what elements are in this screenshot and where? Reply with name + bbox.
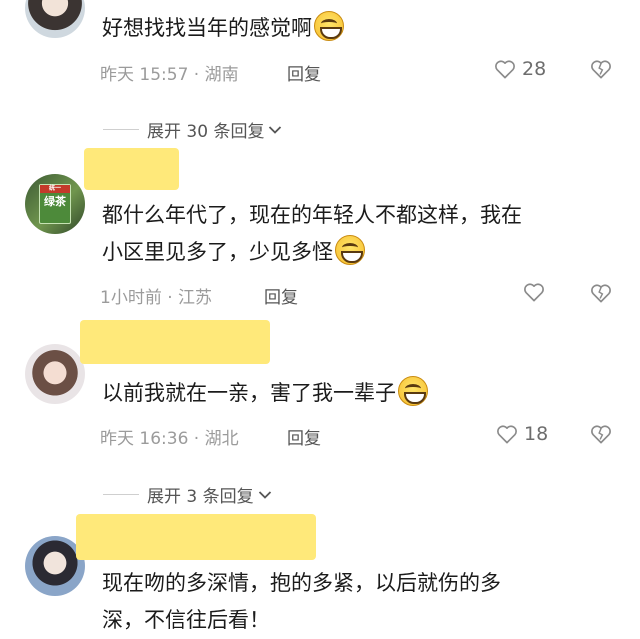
broken-heart-icon[interactable] <box>590 59 612 79</box>
comment-time-location: 1小时前 · 江苏 <box>100 288 213 308</box>
username-redaction <box>84 148 179 190</box>
reply-button[interactable]: 回复 <box>264 283 298 308</box>
like-button[interactable]: 28 <box>494 58 546 80</box>
comment-text: 好想找找当年的感觉啊 <box>102 10 607 47</box>
heart-icon <box>495 60 515 79</box>
comment-text: 都什么年代了，现在的年轻人不都这样，我在 小区里见多了，少见多怪 <box>102 197 607 271</box>
avatar[interactable] <box>25 344 85 404</box>
like-button[interactable] <box>523 282 551 302</box>
avatar-tag-small: 统一 <box>40 185 70 193</box>
heart-icon <box>497 425 517 444</box>
comment-time-location: 昨天 16:36 · 湖北 <box>100 429 239 449</box>
chevron-down-icon <box>269 125 282 134</box>
broken-heart-icon[interactable] <box>590 424 612 444</box>
reply-button[interactable]: 回复 <box>287 60 321 85</box>
avatar[interactable] <box>25 0 85 38</box>
heart-icon <box>524 283 544 302</box>
username-redaction <box>76 514 316 560</box>
expand-replies-label: 展开 3 条回复 <box>147 487 254 507</box>
expand-replies-label: 展开 30 条回复 <box>147 122 265 142</box>
comment-text-line: 都什么年代了，现在的年轻人不都这样，我在 <box>102 203 522 227</box>
comment-text-content: 以前我就在一亲，害了我一辈子 <box>102 381 396 405</box>
comment-text-line: 深，不信往后看！ <box>102 608 270 632</box>
laughing-tears-emoji-icon <box>335 235 365 265</box>
like-button[interactable]: 18 <box>496 423 548 445</box>
like-count: 18 <box>524 423 549 445</box>
avatar-product-image: 统一 绿茶 <box>39 184 71 224</box>
comment-text: 以前我就在一亲，害了我一辈子 <box>102 375 607 412</box>
laughing-tears-emoji-icon <box>398 376 428 406</box>
comment-text: 现在吻的多深情，抱的多紧，以后就伤的多 深，不信往后看！ <box>102 565 607 639</box>
username-redaction <box>80 320 270 364</box>
divider <box>103 494 139 495</box>
broken-heart-icon[interactable] <box>590 283 612 303</box>
chevron-down-icon <box>258 490 271 499</box>
expand-replies-button[interactable]: 展开 30 条回复 <box>103 117 282 142</box>
comment-time-location: 昨天 15:57 · 湖南 <box>100 65 239 85</box>
like-count: 28 <box>522 58 547 80</box>
avatar[interactable]: 统一 绿茶 <box>25 174 85 234</box>
comment-text-line: 小区里见多了，少见多怪 <box>102 234 607 271</box>
comment-text-line: 现在吻的多深情，抱的多紧，以后就伤的多 <box>102 571 501 595</box>
expand-replies-button[interactable]: 展开 3 条回复 <box>103 482 272 507</box>
avatar-tag: 绿茶 <box>44 195 66 208</box>
comment-text-content: 小区里见多了，少见多怪 <box>102 240 333 264</box>
reply-button[interactable]: 回复 <box>287 424 321 449</box>
comment-text-content: 好想找找当年的感觉啊 <box>102 16 312 40</box>
divider <box>103 129 139 130</box>
grinning-emoji-icon <box>314 11 344 41</box>
